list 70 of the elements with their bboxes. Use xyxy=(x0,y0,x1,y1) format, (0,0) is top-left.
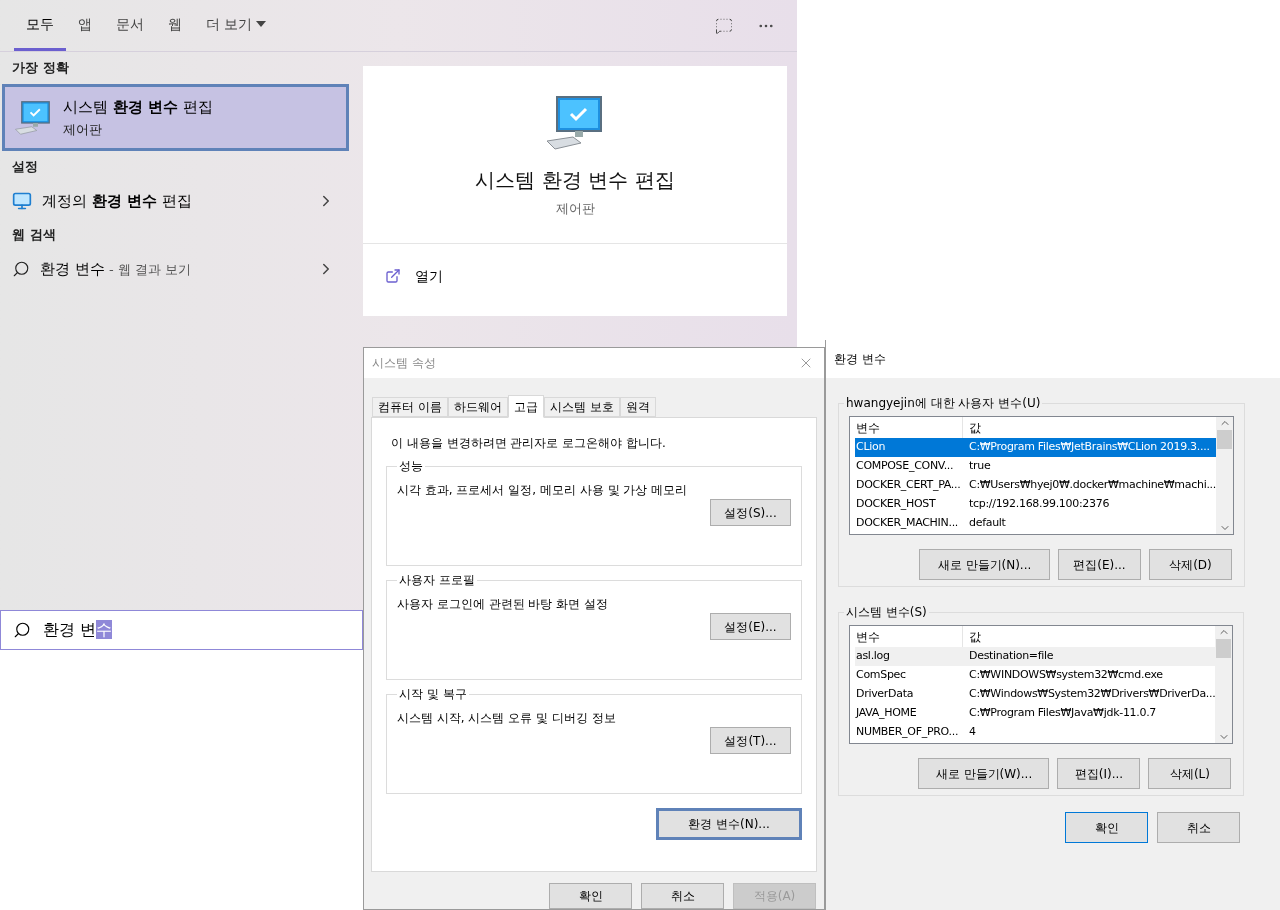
variable-button[interactable]: 편집(E)... xyxy=(1058,549,1141,580)
filter-tab[interactable]: 웹 xyxy=(156,0,194,51)
dialog-tab[interactable]: 시스템 보호 xyxy=(543,397,620,418)
section-heading: 웹 검색 xyxy=(11,226,57,245)
preview-title: 시스템 환경 변수 편집 xyxy=(475,166,675,194)
environment-variables-button[interactable]: 환경 변수(N)... xyxy=(656,808,802,841)
result-title: 계정의 환경 변수 편집 xyxy=(42,190,192,212)
scroll-thumb[interactable] xyxy=(1216,639,1232,658)
column-header[interactable]: 값 xyxy=(963,417,1216,438)
search-icon xyxy=(13,621,31,639)
result-subtitle: 제어판 xyxy=(63,121,103,139)
variable-button[interactable]: 새로 만들기(N)... xyxy=(919,549,1050,580)
column-header[interactable]: 값 xyxy=(963,626,1216,647)
window-title: 시스템 속성 xyxy=(372,354,436,372)
caret-icon xyxy=(256,21,267,27)
window-title: 환경 변수 xyxy=(834,351,886,368)
dialog-button[interactable]: 확인 xyxy=(1065,812,1148,843)
group-title: 사용자 프로필 xyxy=(398,572,476,590)
group-title: 시작 및 복구 xyxy=(398,686,468,704)
settings-button[interactable]: 설정(E)... xyxy=(710,613,791,641)
variable-row[interactable]: DOCKER_MACHIN... default xyxy=(855,514,1216,533)
monitor-icon xyxy=(12,191,32,211)
variable-row[interactable]: COMPOSE_CONV... true xyxy=(855,457,1216,476)
variable-row[interactable]: DOCKER_HOST tcp://192.168.99.100:2376 xyxy=(855,495,1216,514)
admin-notice: 이 내용을 변경하려면 관리자로 로그온해야 합니다. xyxy=(390,435,667,453)
group-description: 시각 효과, 프로세서 일정, 메모리 사용 및 가상 메모리 xyxy=(397,482,689,500)
variable-button[interactable]: 삭제(D) xyxy=(1149,549,1232,580)
settings-result-item[interactable]: 계정의 환경 변수 편집 xyxy=(0,183,351,219)
variable-row[interactable]: ComSpec C:₩WINDOWS₩system32₩cmd.exe xyxy=(855,666,1216,685)
dialog-tab[interactable]: 하드웨어 xyxy=(447,397,508,418)
open-icon xyxy=(385,268,401,284)
web-result-item[interactable]: 환경 변수 - 웹 결과 보기 xyxy=(0,251,351,287)
settings-button[interactable]: 설정(S)... xyxy=(710,499,791,527)
filter-tab[interactable]: 앱 xyxy=(66,0,104,51)
section-heading: 가장 정확 xyxy=(11,59,70,78)
dialog-button[interactable]: 확인 xyxy=(549,883,632,909)
variable-row[interactable]: DriverData C:₩Windows₩System32₩Drivers₩DriverDa... xyxy=(855,685,1216,704)
search-icon xyxy=(12,260,30,278)
group-title: 시스템 변수(S) xyxy=(845,604,928,621)
group-description: 사용자 로그인에 관련된 바탕 화면 설정 xyxy=(397,596,610,614)
group-description: 시스템 시작, 시스템 오류 및 디버깅 정보 xyxy=(397,710,617,728)
dialog-tab[interactable]: 원격 xyxy=(619,397,656,418)
result-title: 환경 변수 - 웹 결과 보기 xyxy=(40,258,191,280)
preview-subtitle: 제어판 xyxy=(555,199,595,218)
variable-button[interactable]: 새로 만들기(W)... xyxy=(918,758,1050,789)
group-title: 성능 xyxy=(398,458,424,476)
result-title: 시스템 환경 변수 편집 xyxy=(63,96,213,118)
variable-row[interactable]: JAVA_HOME C:₩Program Files₩Java₩jdk-11.0.7 xyxy=(855,704,1216,723)
variable-row[interactable]: CLion C:₩Program Files₩JetBrains₩CLion 2019.3.... xyxy=(855,438,1216,457)
more-dropdown-tab[interactable]: 더 보기 xyxy=(194,0,279,51)
dialog-tab[interactable]: 고급 xyxy=(507,395,544,419)
open-action[interactable]: 열기 xyxy=(363,244,787,308)
scrollbar[interactable] xyxy=(1215,626,1233,743)
dialog-tab[interactable]: 컴퓨터 이름 xyxy=(372,397,448,418)
search-field[interactable]: 환경 변수 xyxy=(0,610,363,650)
scrollbar[interactable] xyxy=(1216,417,1233,534)
variable-button[interactable]: 삭제(L) xyxy=(1148,758,1232,789)
variable-row[interactable]: DOCKER_CERT_PA... C:₩Users₩hyej0₩.docker₩machine₩machi... xyxy=(855,476,1216,495)
filter-tab[interactable]: 모두 xyxy=(14,0,66,51)
group-title: hwangyejin에 대한 사용자 변수(U) xyxy=(845,395,1042,412)
variable-button[interactable]: 편집(I)... xyxy=(1057,758,1141,789)
filter-tab[interactable]: 문서 xyxy=(104,0,156,51)
variable-row[interactable]: NUMBER_OF_PRO... 4 xyxy=(855,723,1216,742)
dialog-button[interactable]: 취소 xyxy=(1157,812,1240,843)
variable-row[interactable]: asl.log Destination=file xyxy=(855,647,1216,666)
settings-button[interactable]: 설정(T)... xyxy=(710,727,791,755)
best-match-item[interactable]: 시스템 환경 변수 편집 제어판 xyxy=(2,84,349,151)
dialog-button[interactable]: 취소 xyxy=(641,883,724,909)
section-heading: 설정 xyxy=(11,158,39,177)
scroll-thumb[interactable] xyxy=(1217,430,1232,449)
